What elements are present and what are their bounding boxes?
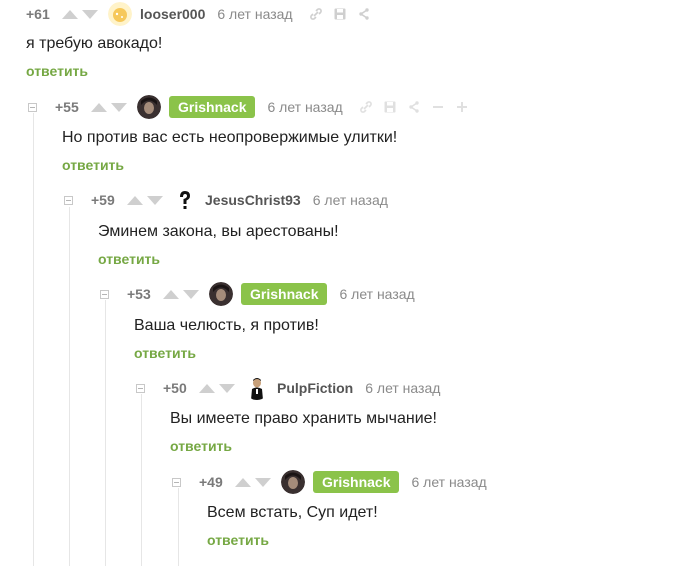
comment-header: +53 Grishnack 6 лет назад (100, 282, 429, 306)
share-icon[interactable] (355, 5, 373, 23)
comment-header: +59 JesusChrist93 6 лет назад (64, 188, 402, 212)
vote-up-icon[interactable] (163, 289, 179, 299)
reply-link[interactable]: ответить (62, 157, 124, 173)
comment-header: +55 Grishnack 6 лет назад (28, 95, 477, 119)
thread-branch-line[interactable] (33, 113, 34, 566)
thread-branch-line[interactable] (178, 488, 179, 566)
thread-branch-line[interactable] (69, 207, 70, 566)
vote-up-icon[interactable] (62, 9, 78, 19)
comment-text: Вы имеете право хранить мычание! (170, 410, 437, 427)
username[interactable]: PulpFiction (277, 380, 353, 396)
collapse-icon[interactable] (136, 383, 145, 393)
reply-link[interactable]: ответить (170, 438, 232, 454)
username[interactable]: JesusChrist93 (205, 192, 301, 208)
vote-up-icon[interactable] (91, 102, 107, 112)
reply-link[interactable]: ответить (207, 532, 269, 548)
comment-rating: +59 (91, 192, 115, 208)
minus-icon[interactable] (429, 98, 447, 116)
timestamp[interactable]: 6 лет назад (313, 192, 388, 208)
timestamp[interactable]: 6 лет назад (339, 286, 414, 302)
comment-text: Эминем закона, вы арестованы! (98, 223, 339, 240)
comment-rating: +50 (163, 380, 187, 396)
vote-up-icon[interactable] (127, 195, 143, 205)
comment-header: +50 PulpFiction 6 лет назад (136, 376, 454, 400)
comment-rating: +55 (55, 99, 79, 115)
reply-link[interactable]: ответить (134, 345, 196, 361)
vote-down-icon[interactable] (183, 289, 199, 299)
comment-rating: +49 (199, 474, 223, 490)
avatar[interactable] (108, 2, 132, 26)
vote-down-icon[interactable] (82, 9, 98, 19)
share-icon[interactable] (405, 98, 423, 116)
collapse-icon[interactable] (172, 477, 181, 487)
comment-rating: +61 (26, 6, 50, 22)
reply-link[interactable]: ответить (26, 63, 88, 79)
timestamp[interactable]: 6 лет назад (365, 380, 440, 396)
save-icon[interactable] (331, 5, 349, 23)
avatar[interactable] (173, 188, 197, 212)
timestamp[interactable]: 6 лет назад (411, 474, 486, 490)
comment-text: Но против вас есть неопровержимые улитки… (62, 129, 398, 146)
timestamp[interactable]: 6 лет назад (267, 99, 342, 115)
avatar[interactable] (281, 470, 305, 494)
username[interactable]: Grishnack (169, 96, 256, 118)
vote-down-icon[interactable] (111, 102, 127, 112)
avatar[interactable] (245, 376, 269, 400)
reply-link[interactable]: ответить (98, 251, 160, 267)
vote-up-icon[interactable] (199, 383, 215, 393)
comment-header: +61 looser000 6 лет назад (26, 2, 379, 26)
vote-down-icon[interactable] (255, 477, 271, 487)
comment-header: +49 Grishnack 6 лет назад (172, 470, 501, 494)
username[interactable]: looser000 (140, 6, 205, 22)
comment-text: Всем встать, Суп идет! (207, 504, 378, 521)
save-icon[interactable] (381, 98, 399, 116)
collapse-icon[interactable] (100, 289, 109, 299)
avatar[interactable] (209, 282, 233, 306)
link-icon[interactable] (307, 5, 325, 23)
link-icon[interactable] (357, 98, 375, 116)
timestamp[interactable]: 6 лет назад (217, 6, 292, 22)
collapse-icon[interactable] (64, 195, 73, 205)
comment-text: Ваша челюсть, я против! (134, 317, 319, 334)
comment-text: я требую авокадо! (26, 35, 163, 52)
avatar[interactable] (137, 95, 161, 119)
vote-up-icon[interactable] (235, 477, 251, 487)
comment-rating: +53 (127, 286, 151, 302)
vote-down-icon[interactable] (219, 383, 235, 393)
vote-down-icon[interactable] (147, 195, 163, 205)
username[interactable]: Grishnack (241, 283, 328, 305)
plus-icon[interactable] (453, 98, 471, 116)
thread-branch-line[interactable] (105, 300, 106, 566)
collapse-icon[interactable] (28, 102, 37, 112)
thread-branch-line[interactable] (141, 394, 142, 566)
username[interactable]: Grishnack (313, 471, 400, 493)
